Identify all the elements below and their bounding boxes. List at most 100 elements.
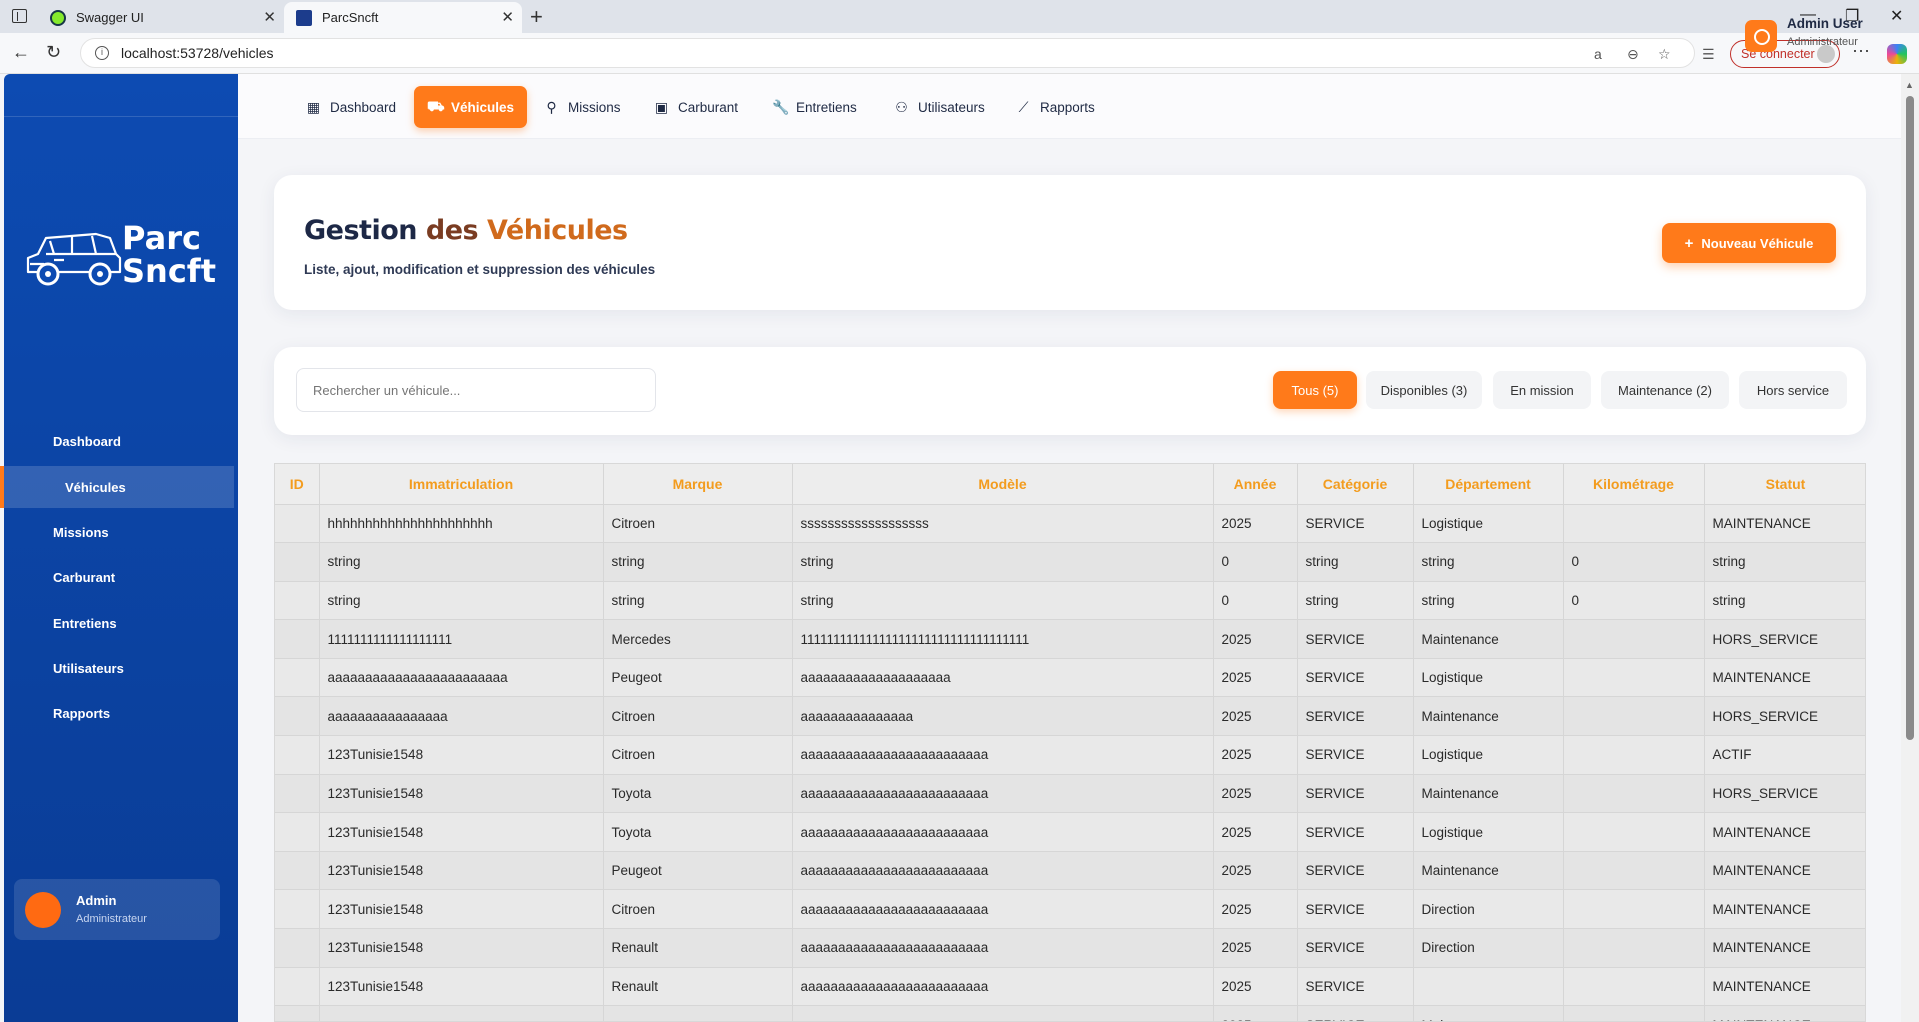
table-cell: Maintenance [1413, 696, 1564, 737]
tab-utilisateurs[interactable]: ⚇ Utilisateurs [894, 86, 985, 128]
tab-actions-icon[interactable] [12, 9, 27, 23]
plus-icon: + [1684, 234, 1694, 252]
filter-chip-all[interactable]: Tous (5) [1273, 371, 1357, 409]
scroll-up-icon[interactable]: ▲ [1905, 80, 1914, 90]
column-header[interactable]: Année [1213, 464, 1298, 505]
table-cell: Logistique [1413, 658, 1564, 698]
tab-label: Rapports [1040, 99, 1095, 115]
table-cell: aaaaaaaaaaaaaaaaaaaaaaaaa [792, 735, 1214, 775]
column-header[interactable]: Kilométrage [1563, 464, 1705, 505]
table-row[interactable]: string string string 0 string string 0 string [275, 581, 1865, 621]
tab-label: Entretiens [796, 99, 857, 115]
filter-card: Tous (5) Disponibles (3) En mission Main… [274, 347, 1866, 435]
table-cell: aaaaaaaaaaaaaaaaaaaaaaaaa [792, 967, 1214, 1007]
column-header[interactable]: Département [1413, 464, 1564, 505]
site-info-icon[interactable]: i [95, 46, 109, 60]
table-row[interactable]: 123Tunisie1548 Citroen aaaaaaaaaaaaaaaaaaa… [275, 889, 1865, 930]
chart-line-icon: ⟋ [1018, 98, 1029, 115]
table-cell: MAINTENANCE [1704, 889, 1865, 930]
table-row[interactable]: 123Tunisie1548 Renault aaaaaaaaaaaaaaaaaaa… [275, 967, 1865, 1007]
table-row[interactable]: aaaaaaaaaaaaaaaa Citroen aaaaaaaaaaaaaaa 20… [275, 696, 1865, 737]
table-row[interactable]: aaaaaaaaaaaaaaaaaaaaaaaaaaaaaaaaaaaaaaaa… [275, 1005, 1865, 1021]
table-cell [275, 851, 320, 891]
table-row[interactable]: 123Tunisie1548 Toyota aaaaaaaaaaaaaaaaaaaa… [275, 812, 1865, 852]
tab-label: Véhicules [451, 99, 515, 115]
table-cell: SERVICE [1297, 967, 1414, 1007]
table-row[interactable]: 1111111111111111111 Mercedes 1111111111111… [275, 619, 1865, 659]
scrollbar-thumb[interactable] [1906, 96, 1914, 740]
favorites-icon[interactable]: ☰ [1702, 46, 1715, 63]
table-cell [1563, 735, 1705, 775]
table-cell: Logistique [1413, 812, 1564, 852]
close-tab-icon[interactable]: ✕ [501, 8, 514, 26]
sidebar-item-carburant[interactable]: Carburant [0, 556, 234, 598]
chip-label: Maintenance (2) [1618, 382, 1712, 398]
sidebar-user-card[interactable]: Admin Administrateur [14, 879, 220, 940]
vehicles-table: ID Immatriculation Marque Modèle Année Catégo… [274, 463, 1866, 1022]
table-cell: SERVICE [1297, 658, 1414, 698]
table-row[interactable]: 123Tunisie1548 Citroen aaaaaaaaaaaaaaaaaaa… [275, 735, 1865, 775]
column-header[interactable]: Immatriculation [319, 464, 604, 505]
table-cell: string [1297, 581, 1414, 621]
browser-tab-bar: Swagger UI ✕ ParcSncft ✕ + — ❐ ✕ [0, 0, 1919, 33]
table-row[interactable]: aaaaaaaaaaaaaaaaaaaaaaaa Peugeot aaaaaaaaa… [275, 658, 1865, 698]
tab-dashboard[interactable]: ▦ Dashboard [306, 86, 396, 128]
chip-label: Tous (5) [1291, 382, 1339, 398]
filter-chip-maintenance[interactable]: Maintenance (2) [1601, 371, 1729, 409]
column-header[interactable]: Statut [1704, 464, 1865, 505]
column-header[interactable]: Modèle [792, 464, 1214, 505]
close-tab-icon[interactable]: ✕ [263, 8, 276, 26]
search-input[interactable] [296, 368, 656, 412]
sidebar-item-dashboard[interactable]: Dashboard [0, 420, 234, 462]
column-header[interactable]: Marque [603, 464, 793, 505]
sidebar-item-label: Carburant [53, 569, 116, 585]
table-row[interactable]: 123Tunisie1548 Peugeot aaaaaaaaaaaaaaaaaaa… [275, 851, 1865, 891]
table-cell: aaaaaaaaaaaaaaaaaaaa [792, 658, 1214, 698]
read-aloud-icon[interactable]: a [1594, 46, 1602, 62]
favorite-star-icon[interactable]: ☆ [1658, 46, 1671, 63]
table-cell: HORS_SERVICE [1704, 696, 1865, 737]
tab-rapports[interactable]: ⟋ Rapports [1016, 86, 1095, 128]
table-cell: aaaaaaaaaaaaaaaaaaaaaaaaa [792, 774, 1214, 814]
table-cell: 2025 [1213, 889, 1298, 930]
table-row[interactable]: string string string 0 string string 0 string [275, 542, 1865, 582]
table-cell: Peugeot [603, 851, 793, 891]
tab-title: Swagger UI [76, 10, 144, 25]
column-header[interactable]: ID [275, 464, 320, 505]
table-row[interactable]: hhhhhhhhhhhhhhhhhhhhhh Citroen sssssssssss… [275, 504, 1865, 544]
reload-icon[interactable]: ↻ [46, 42, 61, 63]
table-cell: string [603, 542, 793, 582]
table-cell: aaaaaaaaaaaaaaaaaaaaaaaaa [792, 812, 1214, 852]
tab-label: Carburant [678, 99, 739, 115]
top-user-menu[interactable]: Admin User Administrateur [1745, 16, 1895, 56]
filter-chip-available[interactable]: Disponibles (3) [1366, 371, 1482, 409]
sidebar-item-utilisateurs[interactable]: Utilisateurs [0, 647, 234, 689]
sidebar-item-vehicules[interactable]: Véhicules [0, 466, 234, 508]
table-cell: SERVICE [1297, 1005, 1414, 1021]
zoom-icon[interactable]: ⊖ [1627, 46, 1639, 63]
sidebar-item-entretiens[interactable]: Entretiens [0, 602, 234, 644]
sidebar-item-rapports[interactable]: Rapports [0, 692, 234, 734]
table-row[interactable]: 123Tunisie1548 Renault aaaaaaaaaaaaaaaaaaa… [275, 928, 1865, 968]
browser-tab-parcsncft[interactable]: ParcSncft ✕ [284, 2, 522, 33]
table-cell [275, 1005, 320, 1021]
top-navigation: ▦ Dashboard ⛟ Véhicules ⚲ Missions ▣ Car… [238, 74, 1901, 139]
tab-carburant[interactable]: ▣ Carburant [654, 86, 738, 128]
car-icon: ⛟ [427, 97, 445, 114]
tab-entretiens[interactable]: 🔧 Entretiens [772, 86, 857, 128]
table-cell: Direction [1413, 889, 1564, 930]
browser-tab-swagger[interactable]: Swagger UI ✕ [38, 2, 284, 33]
sidebar-item-missions[interactable]: Missions [0, 511, 234, 553]
url-field[interactable]: i localhost:53728/vehicles [80, 38, 1695, 68]
tab-vehicules[interactable]: ⛟ Véhicules [414, 86, 528, 128]
back-icon[interactable]: ← [12, 42, 30, 63]
table-cell: SERVICE [1297, 696, 1414, 737]
table-row[interactable]: 123Tunisie1548 Toyota aaaaaaaaaaaaaaaaaaaa… [275, 774, 1865, 814]
filter-chip-mission[interactable]: En mission [1493, 371, 1591, 409]
new-tab-icon[interactable]: + [530, 4, 543, 30]
column-header[interactable]: Catégorie [1297, 464, 1414, 505]
table-cell: string [1413, 581, 1564, 621]
filter-chip-out-of-service[interactable]: Hors service [1739, 371, 1847, 409]
new-vehicle-button[interactable]: + Nouveau Véhicule [1662, 223, 1836, 263]
tab-missions[interactable]: ⚲ Missions [544, 86, 620, 128]
